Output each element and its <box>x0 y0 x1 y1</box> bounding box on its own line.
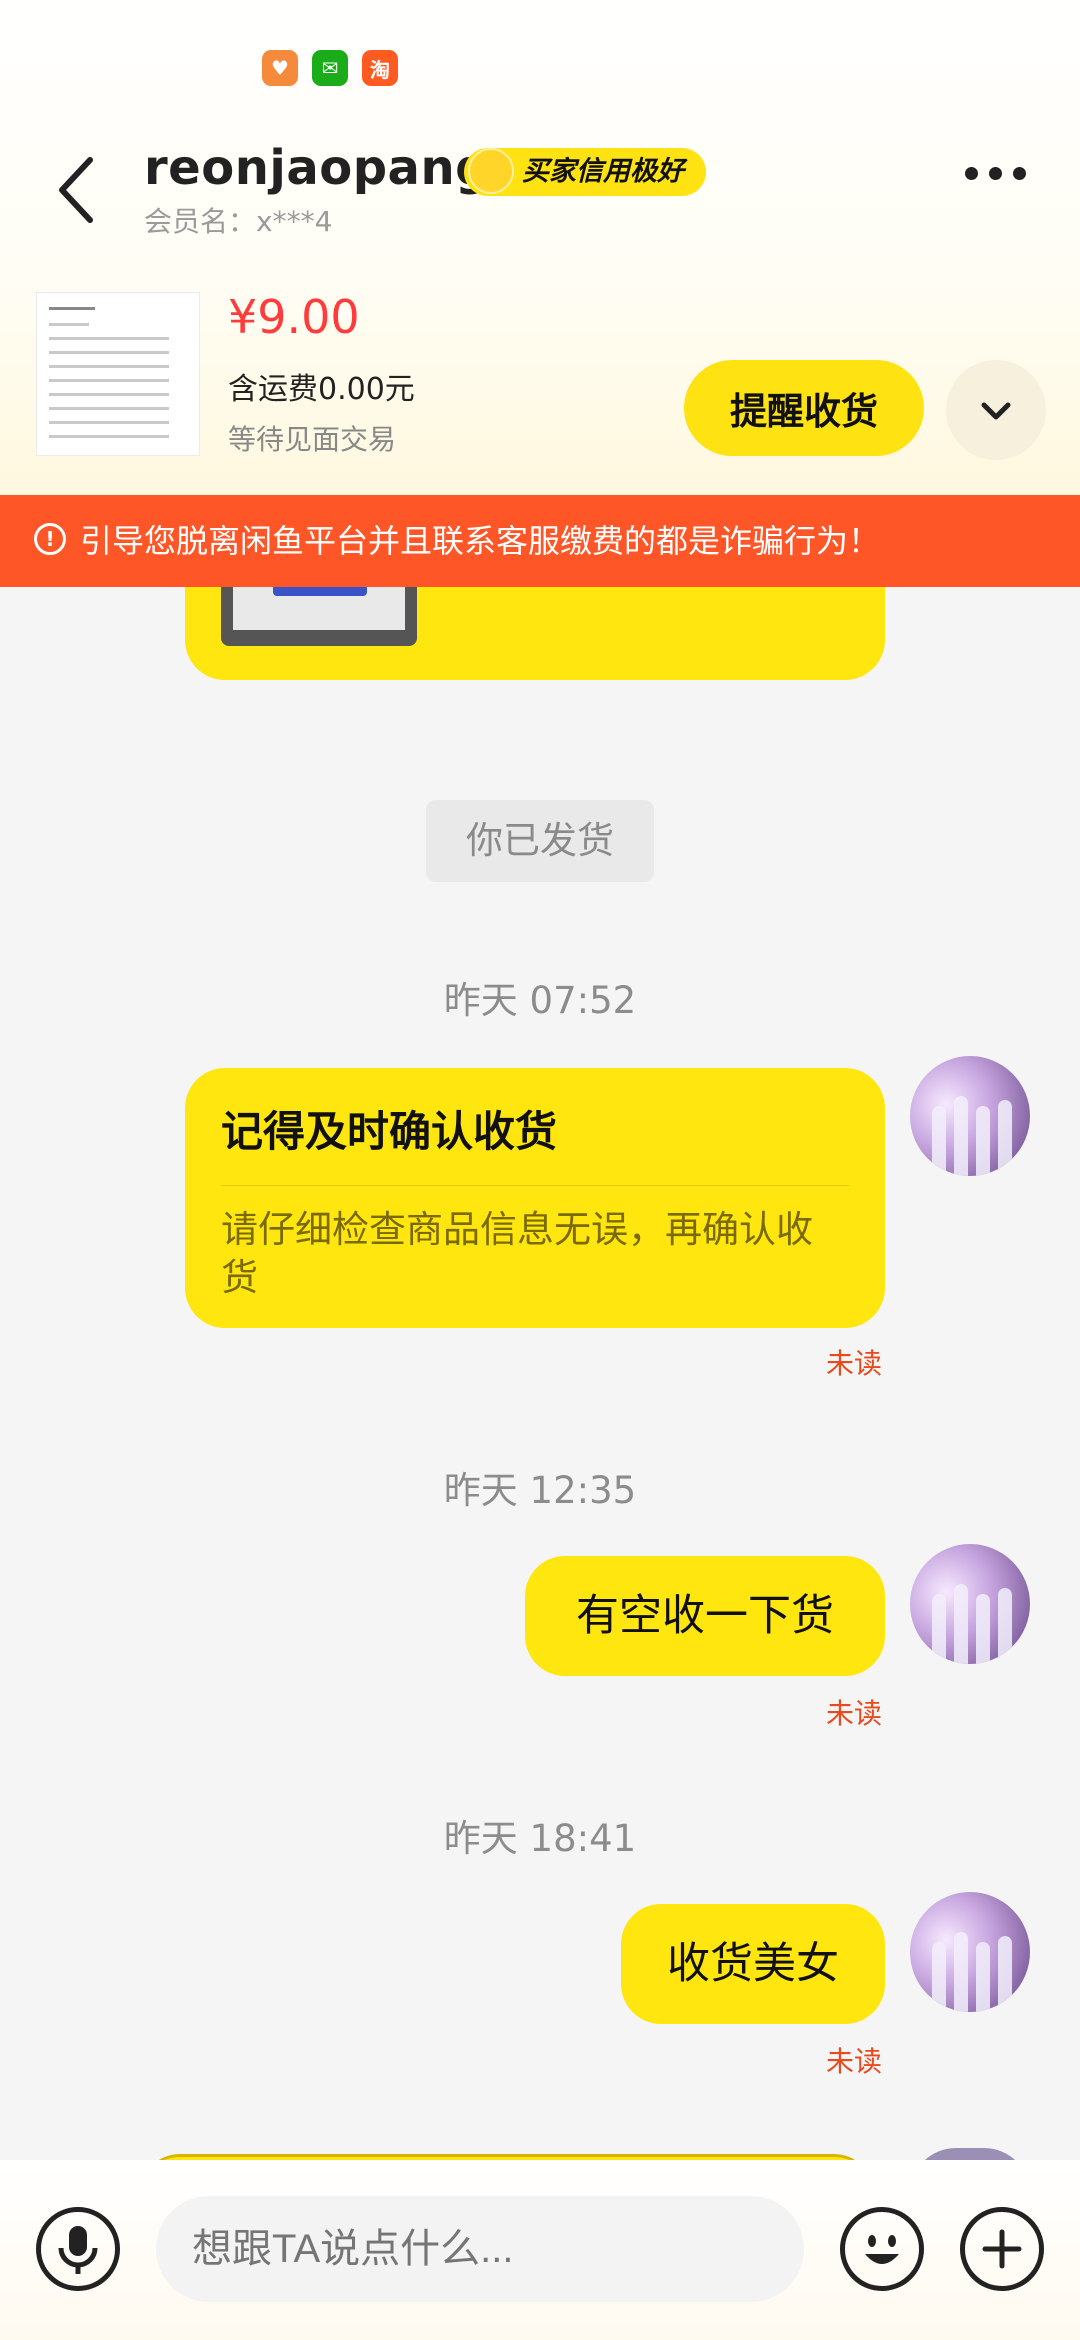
microphone-icon <box>58 2226 98 2274</box>
plus-icon <box>982 2229 1022 2269</box>
wechat-icon: ✉ <box>312 50 348 86</box>
member-name-label: 会员名：x***4 <box>144 205 333 238</box>
credit-badge-label: 买家信用极好 <box>522 156 684 187</box>
health-icon: ♥ <box>262 50 298 86</box>
avatar[interactable] <box>910 1892 1030 2012</box>
order-status: 等待见面交易 <box>228 423 397 456</box>
chevron-down-icon <box>981 402 1011 420</box>
message-bubble[interactable]: 有空收一下货 <box>525 1556 885 1676</box>
message-input-bar <box>0 2160 1080 2340</box>
status-bar-app-icons: ♥ ✉ 淘 <box>262 50 398 86</box>
message-input[interactable] <box>156 2196 804 2302</box>
chevron-left-icon <box>59 157 93 223</box>
message-timestamp: 昨天 07:52 <box>443 979 637 1022</box>
unread-status: 未读 <box>826 2045 883 2078</box>
more-options-button[interactable] <box>965 165 1045 205</box>
message-bubble[interactable]: 收货美女 <box>621 1904 885 2024</box>
avatar[interactable] <box>910 1544 1030 1664</box>
product-thumbnail[interactable] <box>36 292 200 456</box>
card-title: 记得及时确认收货 <box>221 1107 558 1156</box>
fraud-warning-banner: ! 引导您脱离闲鱼平台并且联系客服缴费的都是诈骗行为！ <box>0 495 1080 587</box>
product-price: ¥9.00 <box>228 290 360 344</box>
warning-text: 引导您脱离闲鱼平台并且联系客服缴费的都是诈骗行为！ <box>80 522 881 560</box>
card-body: 请仔细检查商品信息无误，再确认收货 <box>221 1208 813 1299</box>
card-divider <box>221 1185 849 1186</box>
voice-input-button[interactable] <box>36 2207 120 2291</box>
chat-partner-name[interactable]: reonjaopang <box>144 140 490 196</box>
more-dot-icon <box>1013 167 1026 180</box>
shipping-fee: 含运费0.00元 <box>228 372 415 407</box>
remind-receipt-button[interactable]: 提醒收货 <box>684 360 924 456</box>
more-dot-icon <box>989 167 1002 180</box>
message-timestamp: 昨天 18:41 <box>443 1817 637 1860</box>
confirm-receipt-card[interactable]: 记得及时确认收货 请仔细检查商品信息无误，再确认收货 <box>185 1068 885 1328</box>
more-actions-button[interactable] <box>960 2207 1044 2291</box>
expand-button[interactable] <box>946 360 1046 460</box>
message-timestamp: 昨天 12:35 <box>443 1469 637 1512</box>
avatar[interactable] <box>910 1056 1030 1176</box>
system-notice: 你已发货 <box>426 800 654 882</box>
smiley-face-icon <box>468 148 514 194</box>
more-dot-icon <box>965 167 978 180</box>
unread-status: 未读 <box>826 1697 883 1730</box>
taobao-icon: 淘 <box>362 50 398 86</box>
back-button[interactable] <box>50 150 110 230</box>
smiley-icon <box>865 2235 899 2264</box>
credit-badge[interactable]: 买家信用极好 <box>464 148 706 196</box>
unread-status: 未读 <box>826 1347 883 1380</box>
exclamation-icon: ! <box>34 523 66 555</box>
emoji-button[interactable] <box>840 2207 924 2291</box>
